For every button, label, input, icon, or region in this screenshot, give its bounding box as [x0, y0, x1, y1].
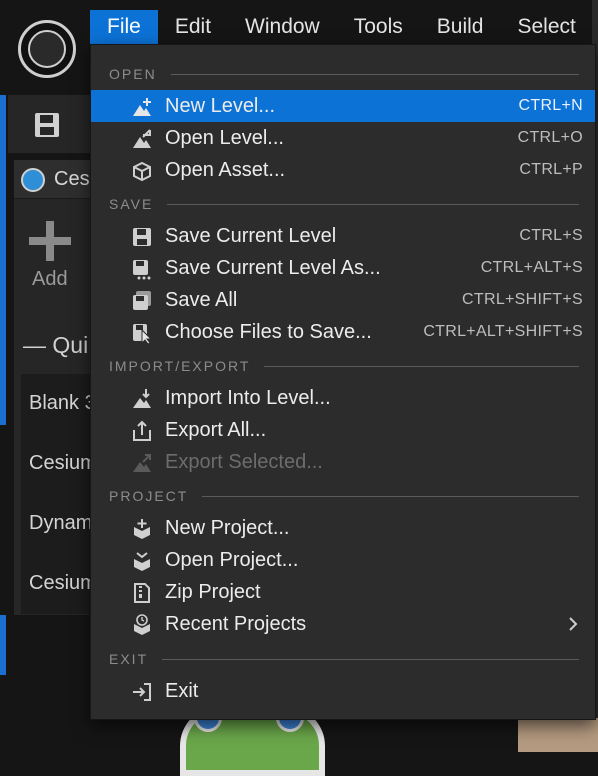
choose-files-icon: [133, 324, 153, 344]
menu-select[interactable]: Select: [500, 10, 592, 44]
unreal-logo-icon[interactable]: [18, 20, 76, 78]
shortcut-label: CTRL+N: [518, 97, 583, 114]
section-open: OPEN: [109, 66, 579, 82]
main-menubar: File Edit Window Tools Build Select: [90, 10, 593, 44]
quick-start-heading[interactable]: — Qui: [23, 332, 90, 359]
quick-start-item[interactable]: Dynam: [29, 512, 90, 535]
cesium-icon: [21, 168, 45, 192]
section-import-export: IMPORT/EXPORT: [109, 358, 579, 374]
menu-edit[interactable]: Edit: [158, 10, 228, 44]
menu-item-save-current-level-as[interactable]: Save Current Level As... CTRL+ALT+S: [91, 252, 595, 284]
menu-item-open-level[interactable]: Open Level... CTRL+O: [91, 122, 595, 154]
menu-build[interactable]: Build: [420, 10, 501, 44]
export-icon: [133, 420, 151, 441]
menu-item-open-asset[interactable]: Open Asset... CTRL+P: [91, 154, 595, 186]
menu-item-exit[interactable]: Exit: [91, 675, 595, 707]
import-icon: [133, 389, 151, 408]
exit-icon: [133, 683, 151, 701]
panel-tab-label: Cesi: [54, 168, 90, 190]
menu-item-export-selected: Export Selected...: [91, 446, 595, 478]
menu-item-label: Save Current Level: [165, 224, 337, 247]
shortcut-label: CTRL+SHIFT+S: [462, 291, 583, 308]
menu-item-export-all[interactable]: Export All...: [91, 414, 595, 446]
open-project-icon: [134, 552, 150, 571]
menu-item-import-into-level[interactable]: Import Into Level...: [91, 382, 595, 414]
quick-start-item[interactable]: Blank 3: [29, 392, 90, 415]
section-exit: EXIT: [109, 651, 579, 667]
menu-item-label: Choose Files to Save...: [165, 320, 372, 343]
section-project: PROJECT: [109, 488, 579, 504]
shortcut-label: CTRL+S: [519, 227, 583, 244]
export-selected-icon: [133, 454, 151, 472]
menu-item-open-project[interactable]: Open Project...: [91, 544, 595, 576]
menu-item-label: Exit: [165, 679, 199, 702]
menu-item-new-project[interactable]: New Project...: [91, 512, 595, 544]
shortcut-label: CTRL+O: [517, 129, 583, 146]
section-save: SAVE: [109, 196, 579, 212]
menu-file[interactable]: File: [90, 10, 158, 44]
new-level-icon: [133, 98, 151, 116]
menu-item-label: Zip Project: [165, 580, 261, 603]
menu-item-label: Open Project...: [165, 548, 299, 571]
chevron-right-icon: [569, 617, 578, 631]
shortcut-label: CTRL+P: [519, 161, 583, 178]
file-menu-dropdown: OPEN New Level... CTRL+N Open Level... C…: [90, 44, 596, 720]
menu-item-label: Save Current Level As...: [165, 256, 381, 279]
menu-item-label: Save All: [165, 288, 238, 311]
add-plus-icon[interactable]: [27, 219, 73, 263]
new-project-icon: [134, 519, 150, 539]
menu-item-new-level[interactable]: New Level... CTRL+N: [91, 90, 595, 122]
open-asset-icon: [133, 161, 151, 182]
menu-item-zip-project[interactable]: Zip Project: [91, 576, 595, 608]
save-icon: [133, 228, 151, 246]
menu-item-label: Open Asset...: [165, 158, 286, 181]
menu-item-save-current-level[interactable]: Save Current Level CTRL+S: [91, 220, 595, 252]
toolbar-save-icon[interactable]: [34, 112, 60, 138]
menu-item-label: Import Into Level...: [165, 386, 331, 409]
menu-item-recent-projects[interactable]: Recent Projects: [91, 608, 595, 640]
menu-item-label: Recent Projects: [165, 612, 307, 635]
zip-icon: [134, 583, 150, 603]
shortcut-label: CTRL+ALT+S: [480, 259, 583, 276]
menu-window[interactable]: Window: [228, 10, 337, 44]
save-as-icon: [133, 260, 151, 280]
recent-projects-icon: [134, 614, 150, 635]
menu-item-label: New Level...: [165, 94, 276, 117]
add-label: Add: [32, 268, 68, 290]
left-accent-strip-lower: [0, 615, 6, 675]
menu-tools[interactable]: Tools: [337, 10, 420, 44]
save-all-icon: [133, 291, 151, 310]
menu-item-label: Export Selected...: [165, 450, 323, 473]
quick-start-item[interactable]: Cesium: [29, 572, 90, 595]
menu-item-label: Open Level...: [165, 126, 284, 149]
menu-item-choose-files-to-save[interactable]: Choose Files to Save... CTRL+ALT+SHIFT+S: [91, 316, 595, 348]
shortcut-label: CTRL+ALT+SHIFT+S: [423, 323, 583, 340]
viewport-corner: [518, 718, 598, 752]
menu-item-label: New Project...: [165, 516, 290, 539]
menu-item-save-all[interactable]: Save All CTRL+SHIFT+S: [91, 284, 595, 316]
menu-item-label: Export All...: [165, 418, 267, 441]
left-accent-strip: [0, 95, 6, 425]
quick-start-item[interactable]: Cesium: [29, 452, 90, 475]
open-level-icon: [133, 129, 151, 148]
